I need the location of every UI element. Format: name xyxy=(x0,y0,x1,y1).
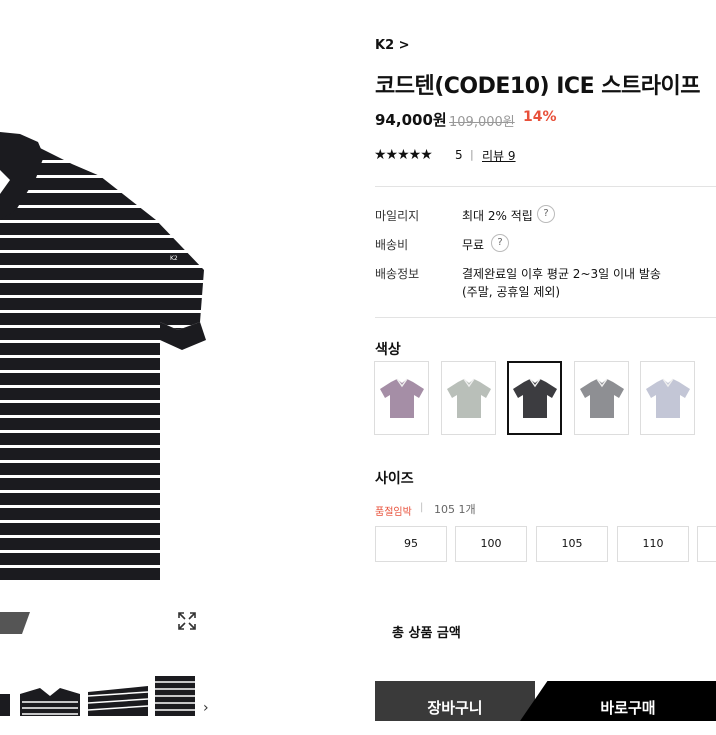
polo-shirt-icon xyxy=(379,378,424,418)
discount-rate: 14% xyxy=(523,109,557,125)
add-to-cart-button[interactable]: 장바구니 xyxy=(375,681,535,721)
size-option-105[interactable]: 105 xyxy=(536,526,608,562)
low-stock-detail: 105 1개 xyxy=(434,503,476,516)
rating-score: 5 xyxy=(455,148,463,162)
shipping-fee-help-icon[interactable]: ? xyxy=(491,234,509,252)
shipping-fee-value: 무료 xyxy=(462,238,485,252)
sale-price: 94,000원 xyxy=(375,111,447,129)
shipping-info-line2: (주말, 공휴일 제외) xyxy=(462,285,561,299)
size-heading: 사이즈 xyxy=(375,471,414,487)
shipping-fee-label: 배송비 xyxy=(375,238,409,252)
color-swatch[interactable] xyxy=(441,361,496,435)
divider xyxy=(375,317,716,318)
gallery-thumbnail[interactable] xyxy=(0,676,10,716)
total-price-label: 총 상품 금액 xyxy=(392,626,461,641)
product-main-image: K2 xyxy=(0,60,220,580)
color-swatch[interactable] xyxy=(374,361,429,435)
buy-now-button[interactable]: 바로구매 xyxy=(520,681,716,721)
mileage-label: 마일리지 xyxy=(375,209,420,223)
shipping-info-label: 배송정보 xyxy=(375,267,420,281)
mileage-help-icon[interactable]: ? xyxy=(537,205,555,223)
polo-shirt-icon xyxy=(645,378,690,418)
size-option-next[interactable] xyxy=(697,526,716,562)
image-slider-indicator xyxy=(0,612,30,634)
brand-link[interactable]: K2 > xyxy=(375,38,410,53)
mileage-value: 최대 2% 적립 xyxy=(462,209,533,223)
gallery-thumbnail[interactable] xyxy=(155,676,195,716)
color-heading: 색상 xyxy=(375,342,401,358)
color-swatch[interactable] xyxy=(507,361,562,435)
size-option-110[interactable]: 110 xyxy=(617,526,689,562)
review-count-link[interactable]: 리뷰 9 xyxy=(482,147,516,164)
size-option-100[interactable]: 100 xyxy=(455,526,527,562)
polo-shirt-icon xyxy=(579,378,624,418)
divider xyxy=(375,186,716,187)
color-swatch[interactable] xyxy=(574,361,629,435)
product-title: 코드텐(CODE10) ICE 스트라이프 xyxy=(375,74,700,99)
original-price: 109,000원 xyxy=(449,115,515,130)
expand-icon[interactable] xyxy=(176,610,198,632)
thumbnail-next-arrow[interactable]: › xyxy=(203,700,217,716)
polo-shirt-icon xyxy=(446,378,491,418)
low-stock-label: 품절임박 xyxy=(375,507,412,518)
rating-stars: ★★★★★ xyxy=(374,147,433,163)
low-stock-separator: | xyxy=(420,502,424,513)
gallery-thumbnail[interactable] xyxy=(88,676,148,716)
gallery-thumbnail[interactable] xyxy=(20,676,80,716)
size-option-95[interactable]: 95 xyxy=(375,526,447,562)
color-swatch[interactable] xyxy=(640,361,695,435)
shipping-info-line1: 결제완료일 이후 평균 2~3일 이내 발송 xyxy=(462,267,661,281)
sleeve-logo: K2 xyxy=(170,255,178,262)
polo-shirt-icon xyxy=(512,378,557,418)
rating-separator: | xyxy=(470,148,474,161)
